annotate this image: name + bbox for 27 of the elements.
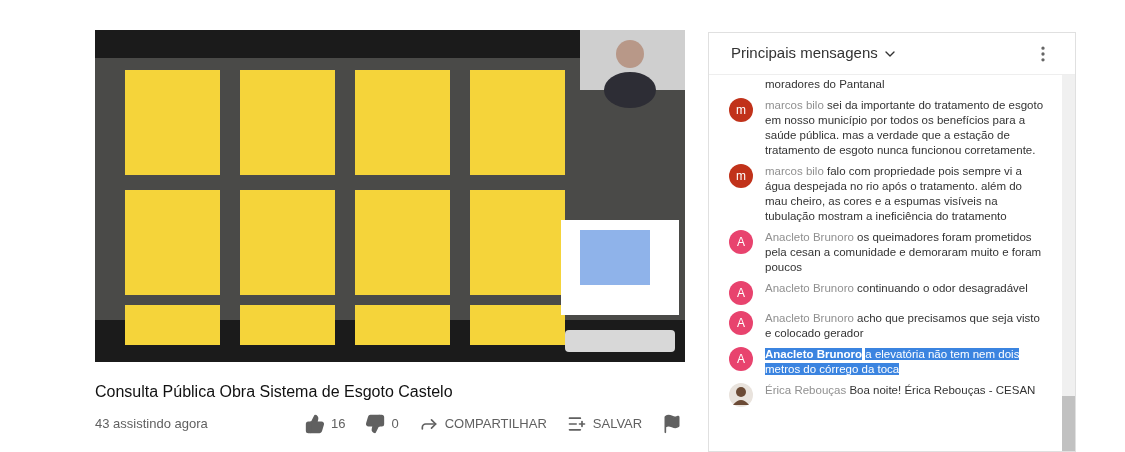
flag-button[interactable] — [662, 414, 683, 434]
avatar: A — [729, 230, 753, 254]
viewer-count: 43 assistindo agora — [95, 415, 209, 434]
avatar: A — [729, 311, 753, 335]
avatar: A — [729, 347, 753, 371]
like-button[interactable]: 16 — [305, 414, 346, 434]
chat-message: Érica Rebouças Boa noite! Érica Rebouças - CESAN — [765, 383, 1037, 398]
share-button[interactable]: COMPARTILHAR — [418, 414, 547, 434]
flag-icon — [662, 414, 683, 434]
chat-message: Anacleto Brunoro acho que precisamos que seja visto e colocado gerador — [765, 311, 1041, 341]
thumbs-up-icon — [305, 414, 325, 434]
chat-mode-dropdown[interactable]: Principais mensagens — [731, 42, 898, 65]
video-title: Consulta Pública Obra Sistema de Esgoto Castelo — [95, 382, 454, 402]
avatar: m — [729, 98, 753, 122]
avatar-icon — [729, 383, 753, 407]
playlist-add-icon — [566, 414, 587, 434]
chat-message: marcos bilo falo com propriedade pois sempre vi a água despejada no rio após o tratamento. além do mau cheiro, as cores e a espumas visíveis na tubulação mostram a ineficiência do tratamento — [765, 164, 1023, 224]
chat-message: Anacleto Brunoro continuando o odor desagradável — [765, 281, 1029, 296]
save-button[interactable]: SALVAR — [566, 414, 643, 434]
chat-message: marcos bilo sei da importante do tratamento de esgoto em nosso município por todos os benefícios para a saúde pública. mas a verdade que a estação de tratamento de esgoto nunca funcionou corretamente. — [765, 98, 1045, 158]
avatar: A — [729, 281, 753, 305]
chat-message-text: moradores do Pantanal — [764, 77, 886, 92]
thumbs-down-icon — [365, 414, 386, 434]
chat-message: Anacleto Brunoro os queimadores foram prometidos pela cesan a comunidade e demoraram muito e foram poucos — [765, 230, 1043, 275]
chat-message: Anacleto Brunoro a elevatória não tem nem dois metros do córrego da toca — [765, 347, 1021, 377]
dislike-button[interactable]: 0 — [365, 414, 399, 434]
avatar: m — [729, 164, 753, 188]
